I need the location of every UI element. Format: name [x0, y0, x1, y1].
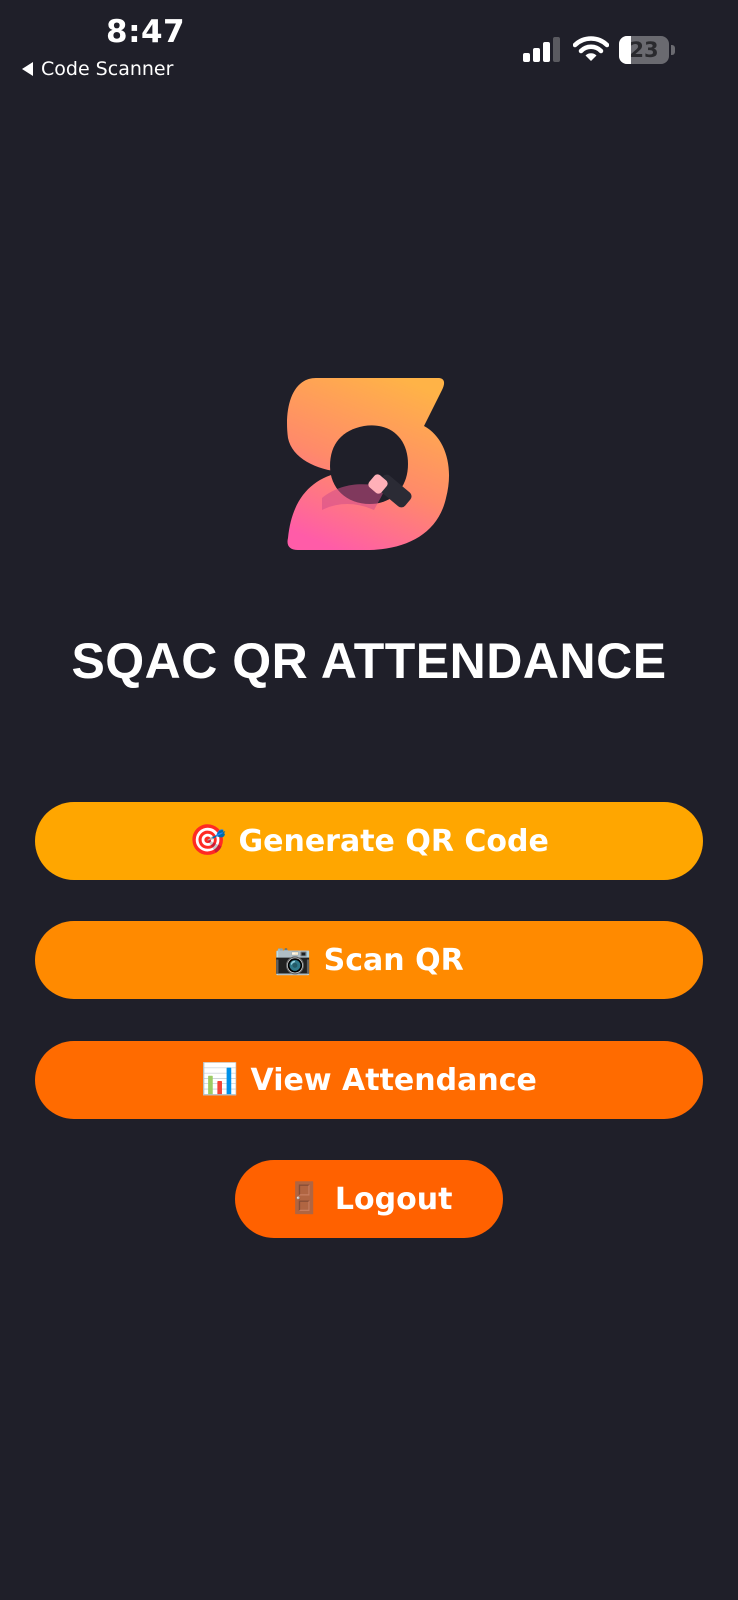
app-logo	[287, 378, 450, 550]
wifi-icon	[573, 36, 609, 61]
battery-icon: 23	[619, 36, 675, 64]
scan-qr-label: Scan QR	[323, 942, 464, 978]
scan-qr-button[interactable]: 📷 Scan QR	[35, 921, 703, 999]
generate-qr-code-label: Generate QR Code	[238, 823, 549, 859]
view-attendance-label: View Attendance	[250, 1062, 537, 1098]
logout-label: Logout	[334, 1181, 453, 1217]
page-title: SQAC QR ATTENDANCE	[71, 633, 667, 689]
bar-chart-icon: 📊	[201, 1062, 239, 1097]
target-icon: 🎯	[189, 823, 227, 858]
logout-button[interactable]: 🚪 Logout	[235, 1160, 503, 1238]
back-link-label: Code Scanner	[41, 58, 174, 80]
view-attendance-button[interactable]: 📊 View Attendance	[35, 1041, 703, 1119]
camera-icon: 📷	[274, 942, 312, 977]
generate-qr-code-button[interactable]: 🎯 Generate QR Code	[35, 802, 703, 880]
back-arrow-icon	[22, 62, 33, 76]
door-icon: 🚪	[285, 1181, 323, 1216]
back-to-app-link[interactable]: Code Scanner	[22, 58, 173, 80]
battery-percent: 23	[629, 38, 659, 62]
cellular-signal-icon	[523, 37, 560, 62]
status-time: 8:47	[106, 14, 186, 50]
